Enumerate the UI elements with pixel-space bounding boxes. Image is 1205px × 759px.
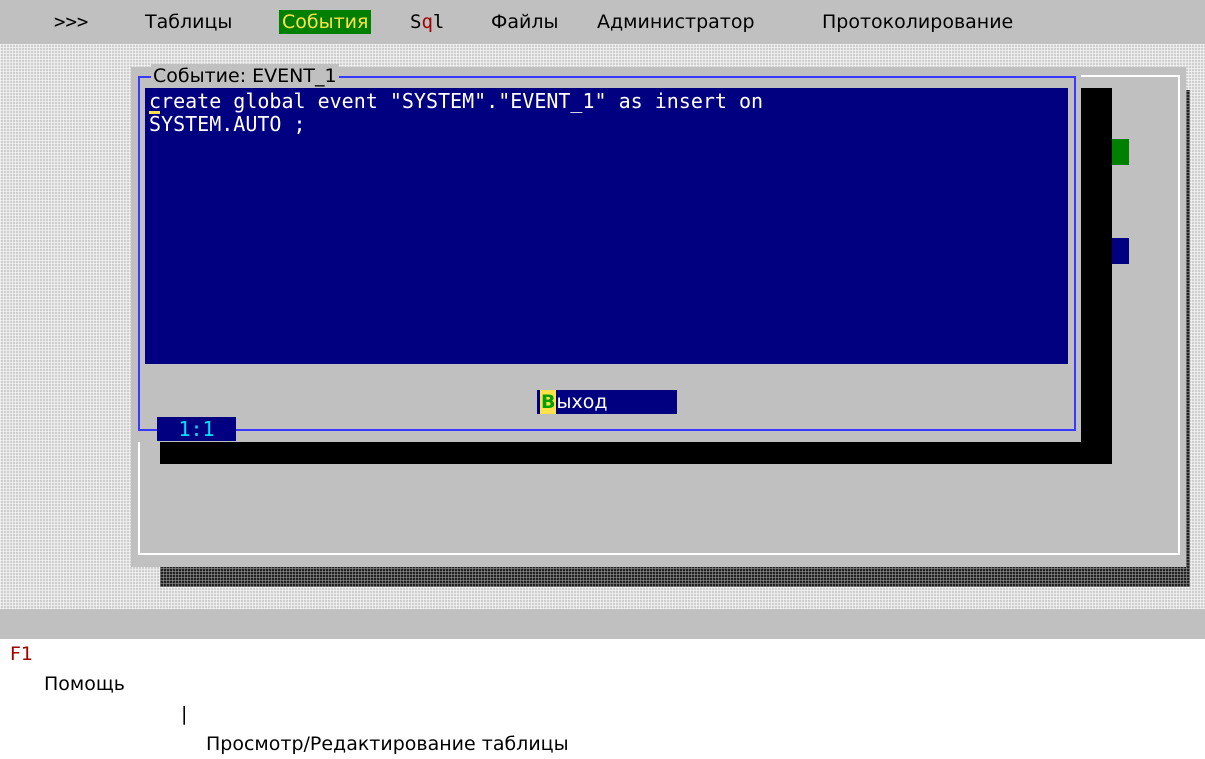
text-cursor [149,111,160,114]
menu-item-administrator[interactable]: Администратор [597,10,755,34]
help-hotkey[interactable]: F1 [10,639,33,669]
menu-item-files[interactable]: Файлы [491,10,559,34]
exit-button[interactable]: Выход [537,390,677,414]
menu-item-sql-pre: S [410,11,422,33]
background-window-green-marker [1110,139,1129,165]
menu-item-events[interactable]: События [279,10,372,34]
menu-item-sql-hotkey: q [421,11,433,33]
status-separator: | [181,703,188,725]
menu-item-sql-post: l [432,11,445,33]
cursor-position-indicator: 1:1 [157,417,236,441]
menu-bar: >>> Таблицы События Sql Файлы Администра… [0,0,1205,44]
background-window-navy-marker [1110,238,1129,264]
menu-item-logging[interactable]: Протоколирование [822,10,1013,34]
menu-item-tables[interactable]: Таблицы [145,10,232,34]
help-label[interactable]: Помощь [44,669,125,699]
exit-button-label: ыход [556,391,608,413]
status-message: Просмотр/Редактирование таблицы [206,733,569,755]
dialog-title: Событие: EVENT_1 [151,64,339,88]
menu-item-more[interactable]: >>> [54,10,88,34]
sql-editor[interactable]: create global event "SYSTEM"."EVENT_1" a… [145,88,1068,364]
exit-button-hotkey: В [540,390,557,414]
status-bar: F1 Помощь | Просмотр/Редактирование табл… [0,609,1205,755]
menu-item-sql[interactable]: Sql [410,10,444,34]
